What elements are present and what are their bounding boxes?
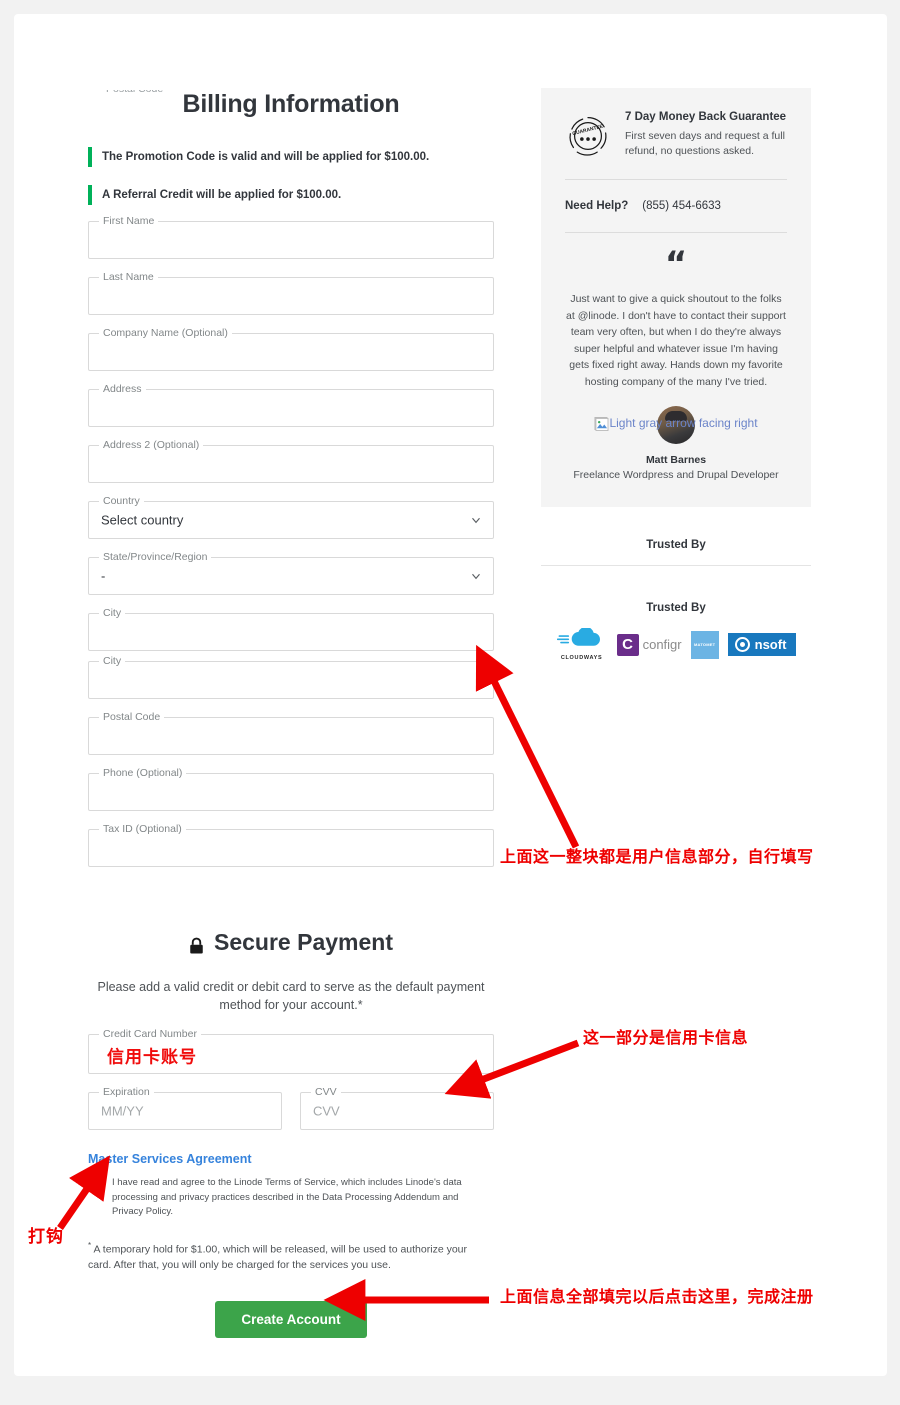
promotion-code-notice-text: The Promotion Code is valid and will be … xyxy=(102,151,430,163)
secure-payment-subtitle: Please add a valid credit or debit card … xyxy=(97,980,485,1012)
need-help-phone[interactable]: (855) 454-6633 xyxy=(642,200,721,212)
matomet-logo-text: MATOMET xyxy=(694,642,716,647)
trusted-by-heading-2: Trusted By xyxy=(646,602,706,614)
need-help-row: Need Help? (855) 454-6633 xyxy=(565,200,787,212)
terms-agreement-row: I have read and agree to the Linode Term… xyxy=(88,1176,494,1220)
billing-information-section: Billing Information The Promotion Code i… xyxy=(88,90,494,885)
testimonial-body: Just want to give a quick shoutout to th… xyxy=(566,293,786,388)
annotation-submit: 上面信息全部填完以后点击这里，完成注册 xyxy=(500,1287,814,1306)
money-back-guarantee-row: GUARANTEE 7 Day Money Back Guarantee Fir… xyxy=(565,110,787,159)
expiration-field[interactable]: Expiration MM/YY xyxy=(88,1086,282,1130)
lock-icon xyxy=(189,934,204,953)
last-name-label: Last Name xyxy=(99,271,158,284)
address-field[interactable]: Address xyxy=(88,383,494,427)
divider xyxy=(565,179,787,180)
expiration-cvv-row: Expiration MM/YY CVV CVV xyxy=(88,1086,494,1148)
chevron-down-icon xyxy=(472,573,480,580)
broken-image-alt-text: Light gray arrow facing right xyxy=(609,416,758,430)
nsoft-logo: nsoft xyxy=(727,633,797,656)
company-name-field[interactable]: Company Name (Optional) xyxy=(88,327,494,371)
terms-agreement-text: I have read and agree to the Linode Term… xyxy=(112,1177,462,1217)
city-label: City xyxy=(99,607,126,620)
configr-logo-mark: C xyxy=(616,633,639,656)
credit-card-number-value: 信用卡账号 xyxy=(107,1047,197,1068)
testimonial-author-role: Freelance Wordpress and Drupal Developer xyxy=(573,469,779,481)
first-name-label: First Name xyxy=(99,215,159,228)
money-back-guarantee-text-block: 7 Day Money Back Guarantee First seven d… xyxy=(625,110,787,159)
first-name-field[interactable]: First Name xyxy=(88,215,494,259)
credit-card-number-field[interactable]: Credit Card Number 信用卡账号 xyxy=(88,1028,494,1074)
temporary-hold-text: A temporary hold for $1.00, which will b… xyxy=(88,1243,468,1271)
secure-payment-title: Secure Payment xyxy=(88,929,494,956)
referral-credit-notice-text: A Referral Credit will be applied for $1… xyxy=(102,189,342,201)
money-back-guarantee-body: First seven days and request a full refu… xyxy=(625,130,785,157)
cvv-label: CVV xyxy=(311,1086,341,1099)
phone-field[interactable]: Phone (Optional) xyxy=(88,767,494,811)
postal-code-label: Postal Code xyxy=(99,711,165,724)
state-label: State/Province/Region xyxy=(99,551,212,564)
cloudways-logo-text: CLOUDWAYS xyxy=(560,655,603,661)
company-name-label: Company Name (Optional) xyxy=(99,327,232,340)
cvv-placeholder: CVV xyxy=(313,1103,340,1119)
city-duplicate-label: City xyxy=(99,655,126,668)
annotation-checkbox: 打钩 xyxy=(28,1227,64,1247)
annotation-user-info: 上面这一整块都是用户信息部分，自行填写 xyxy=(500,847,814,866)
master-services-agreement-link[interactable]: Master Services Agreement xyxy=(88,1152,494,1166)
phone-label: Phone (Optional) xyxy=(99,767,187,780)
address-label: Address xyxy=(99,383,146,396)
sidebar: GUARANTEE 7 Day Money Back Guarantee Fir… xyxy=(541,88,811,661)
configr-logo-text: configr xyxy=(642,637,682,652)
configr-logo: C configr xyxy=(616,633,682,656)
clipped-postal-code-label-text: Postal Code xyxy=(102,90,168,95)
asterisk-marker: * xyxy=(88,1240,92,1250)
secure-payment-title-text: Secure Payment xyxy=(214,929,393,955)
promotion-code-notice: The Promotion Code is valid and will be … xyxy=(88,145,494,169)
clipped-postal-code-label-artifact: Postal Code xyxy=(88,90,494,106)
signup-page-card: Billing Information The Promotion Code i… xyxy=(14,14,887,1376)
city-field[interactable]: City xyxy=(88,607,494,651)
annotation-card-info: 这一部分是信用卡信息 xyxy=(583,1028,749,1047)
money-back-guarantee-title: 7 Day Money Back Guarantee xyxy=(625,111,787,123)
terms-agreement-checkbox[interactable] xyxy=(88,1177,103,1192)
matomet-logo: MATOMET xyxy=(690,630,719,659)
guarantee-seal-icon: GUARANTEE xyxy=(565,113,611,159)
testimonial-author: Matt Barnes xyxy=(645,454,707,466)
trusted-by-heading-1: Trusted By xyxy=(646,539,706,551)
state-select[interactable]: State/Province/Region - xyxy=(88,551,494,595)
address2-field[interactable]: Address 2 (Optional) xyxy=(88,439,494,483)
quote-mark-icon: “ xyxy=(664,244,688,284)
city-field-duplicate[interactable]: City xyxy=(88,655,494,699)
trust-card: GUARANTEE 7 Day Money Back Guarantee Fir… xyxy=(541,88,811,507)
last-name-field[interactable]: Last Name xyxy=(88,271,494,315)
temporary-hold-fine-print: * A temporary hold for $1.00, which will… xyxy=(88,1238,468,1274)
cvv-field[interactable]: CVV CVV xyxy=(300,1086,494,1130)
divider xyxy=(565,232,787,233)
trusted-by-divider xyxy=(541,565,811,566)
postal-code-field[interactable]: Postal Code xyxy=(88,711,494,755)
nsoft-logo-mark xyxy=(734,637,750,652)
state-value: - xyxy=(101,568,106,584)
need-help-label: Need Help? xyxy=(565,200,629,212)
expiration-label: Expiration xyxy=(99,1086,154,1099)
testimonial-avatar-wrap: Light gray arrow facing right xyxy=(565,406,787,448)
secure-payment-section: Secure Payment Please add a valid credit… xyxy=(88,929,494,1338)
nsoft-logo-text: nsoft xyxy=(754,637,787,652)
create-account-button[interactable]: Create Account xyxy=(215,1301,367,1338)
country-select[interactable]: Country Select country xyxy=(88,495,494,539)
referral-credit-notice: A Referral Credit will be applied for $1… xyxy=(88,183,494,207)
credit-card-number-label: Credit Card Number xyxy=(99,1028,201,1041)
tax-id-field[interactable]: Tax ID (Optional) xyxy=(88,823,494,867)
address2-label: Address 2 (Optional) xyxy=(99,439,204,452)
expiration-placeholder: MM/YY xyxy=(101,1103,144,1119)
cloudways-logo: CLOUDWAYS xyxy=(556,626,608,661)
country-value: Select country xyxy=(101,512,184,528)
broken-image-icon xyxy=(594,416,609,431)
svg-text:GUARANTEE: GUARANTEE xyxy=(572,124,605,138)
chevron-down-icon xyxy=(472,517,480,524)
partner-logo-row: CLOUDWAYS C configr MATOMET nsoft xyxy=(541,626,811,661)
country-label: Country xyxy=(99,495,144,508)
tax-id-label: Tax ID (Optional) xyxy=(99,823,186,836)
broken-image-placeholder: Light gray arrow facing right xyxy=(594,416,758,431)
